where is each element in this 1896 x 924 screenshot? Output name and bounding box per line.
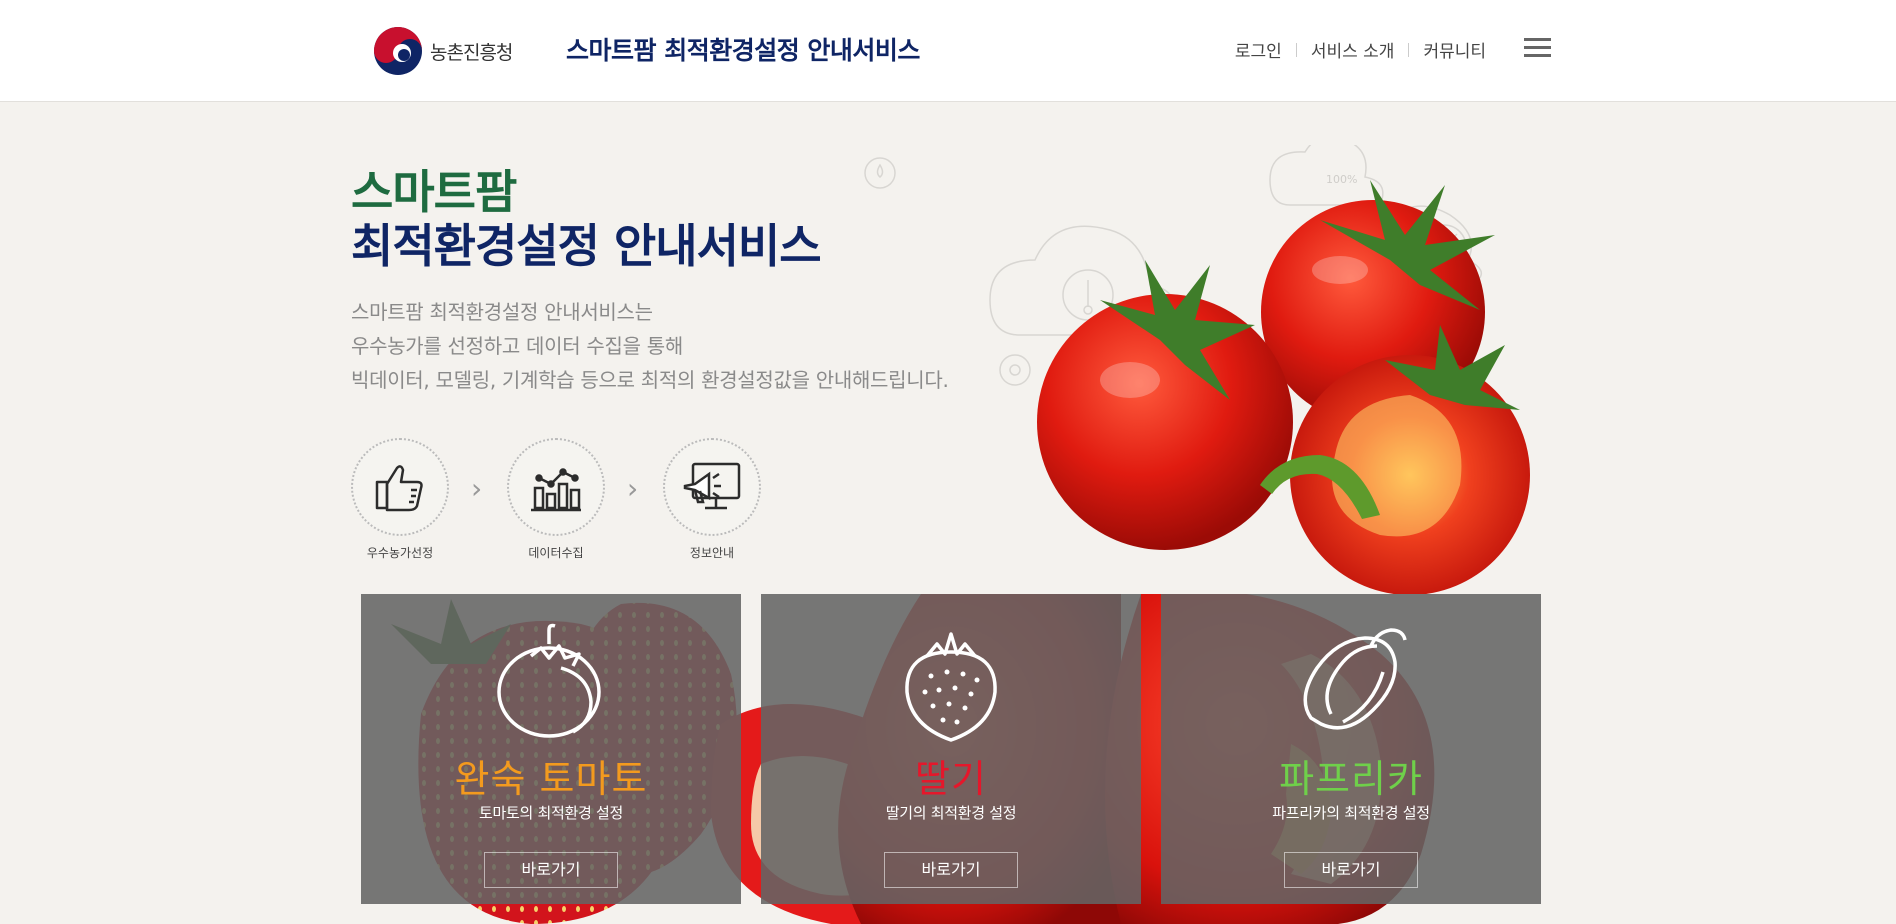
bar-chart-icon bbox=[531, 468, 581, 512]
card-title: 딸기 bbox=[915, 757, 987, 801]
card-subtitle: 딸기의 최적환경 설정 bbox=[885, 804, 1017, 822]
step-circle bbox=[663, 438, 761, 536]
hero-title-line2: 최적환경설정 안내서비스 bbox=[351, 219, 822, 273]
site-title[interactable]: 스마트팜 최적환경설정 안내서비스 bbox=[566, 31, 920, 67]
step-info-guide: 정보안내 bbox=[663, 438, 761, 561]
card-subtitle: 토마토의 최적환경 설정 bbox=[479, 804, 623, 822]
hero-desc-line: 빅데이터, 모델링, 기계학습 등으로 최적의 환경설정값을 안내해드립니다. bbox=[351, 368, 949, 392]
card-strawberry[interactable]: 딸기 딸기의 최적환경 설정 바로가기 bbox=[761, 594, 1141, 904]
hero-desc-line: 우수농가를 선정하고 데이터 수집을 통해 bbox=[351, 334, 683, 358]
nav-login[interactable]: 로그인 bbox=[1235, 37, 1282, 62]
top-nav: 로그인 서비스 소개 커뮤니티 bbox=[1235, 37, 1486, 62]
go-paprika-button[interactable]: 바로가기 bbox=[1284, 852, 1418, 888]
nav-service-intro[interactable]: 서비스 소개 bbox=[1311, 37, 1395, 62]
logo-text: 농촌진흥청 bbox=[430, 41, 513, 64]
go-tomato-button[interactable]: 바로가기 bbox=[484, 852, 618, 888]
thumbs-up-icon bbox=[375, 465, 423, 512]
card-paprika[interactable]: 파프리카 파프리카의 최적환경 설정 바로가기 bbox=[1161, 594, 1541, 904]
tomato-icon bbox=[497, 623, 601, 738]
nav-divider bbox=[1295, 42, 1297, 57]
step-data-collection: 데이터수집 bbox=[507, 438, 605, 561]
logo[interactable]: 농촌진흥청 bbox=[373, 26, 513, 76]
nav-community[interactable]: 커뮤니티 bbox=[1423, 37, 1486, 62]
go-strawberry-button[interactable]: 바로가기 bbox=[884, 852, 1018, 888]
card-subtitle: 파프리카의 최적환경 설정 bbox=[1272, 804, 1430, 822]
strawberry-icon bbox=[905, 632, 997, 742]
hero-description: 스마트팜 최적환경설정 안내서비스는 우수농가를 선정하고 데이터 수집을 통해… bbox=[351, 295, 949, 397]
step-circle bbox=[507, 438, 605, 536]
card-title: 파프리카 bbox=[1279, 757, 1423, 801]
header: 농촌진흥청 스마트팜 최적환경설정 안내서비스 로그인 서비스 소개 커뮤니티 bbox=[0, 0, 1896, 102]
step-circle bbox=[351, 438, 449, 536]
step-label: 정보안내 bbox=[689, 546, 735, 560]
step-label: 데이터수집 bbox=[528, 546, 584, 560]
hero-desc-line: 스마트팜 최적환경설정 안내서비스는 bbox=[351, 300, 653, 324]
step-label: 우수농가선정 bbox=[366, 546, 434, 560]
card-tomato[interactable]: 완숙 토마토 토마토의 최적환경 설정 바로가기 bbox=[361, 594, 741, 904]
card-title: 완숙 토마토 bbox=[454, 757, 648, 801]
hamburger-menu-icon[interactable] bbox=[1524, 38, 1551, 60]
tomato-image bbox=[1037, 180, 1530, 595]
chevron-right-icon: › bbox=[627, 472, 639, 505]
monitor-megaphone-icon bbox=[683, 462, 741, 510]
step-excellent-farm: 우수농가선정 bbox=[351, 438, 449, 561]
taegeuk-logo-icon bbox=[374, 27, 422, 75]
nav-divider bbox=[1408, 42, 1410, 57]
paprika-icon bbox=[1303, 628, 1407, 730]
chevron-right-icon: › bbox=[471, 472, 483, 505]
